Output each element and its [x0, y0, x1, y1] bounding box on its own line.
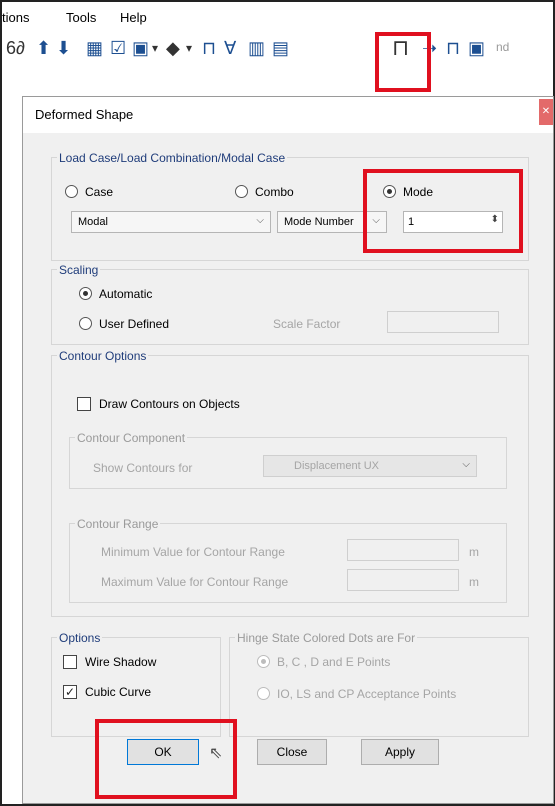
contour-component-legend: Contour Component — [75, 431, 188, 445]
close-button[interactable]: Close — [257, 739, 327, 765]
max-contour-input[interactable] — [347, 569, 459, 591]
dropdown-arrow-icon[interactable]: ▾ — [152, 38, 158, 58]
image-icon[interactable]: ▣ — [468, 38, 485, 58]
close-icon[interactable]: ✕ — [539, 99, 553, 125]
combo-radio[interactable] — [235, 185, 248, 198]
min-contour-unit: m — [469, 545, 479, 559]
menu-item-tools[interactable]: Tools — [66, 10, 96, 25]
show-contours-label: Show Contours for — [93, 461, 193, 475]
bar-chart-icon[interactable]: ▥ — [248, 38, 265, 58]
contour-range-group — [69, 523, 507, 603]
dialog-title: Deformed Shape — [35, 107, 134, 122]
menu-bar: tions Tools Help — [2, 2, 552, 32]
highlight-deformed-shape-button — [375, 32, 431, 92]
options-legend: Options — [57, 631, 103, 645]
mode-type-dropdown-value: Mode Number — [284, 216, 354, 228]
combo-label: Combo — [255, 185, 294, 199]
stacked-chart-icon[interactable]: ▤ — [272, 38, 289, 58]
hinge-bcde-radio[interactable] — [257, 655, 270, 668]
dropdown-arrow-icon[interactable]: ▾ — [186, 38, 192, 58]
automatic-radio[interactable] — [79, 287, 92, 300]
chevron-down-icon: ⌵ — [256, 215, 264, 226]
up-arrow-icon[interactable]: ⬆ — [36, 38, 51, 58]
toolbar: 6∂ ⬆ ⬇ ▦ ☑ ▣ ▾ ◆ ▾ ⊓ ∀ ▥ ▤ ⊓ ➝ ⊓ ▣ nd — [2, 32, 552, 66]
load-case-legend: Load Case/Load Combination/Modal Case — [57, 151, 288, 165]
case-label: Case — [85, 185, 114, 199]
frame-forces-icon[interactable]: ⊓ — [446, 38, 460, 58]
portal-frame-icon[interactable]: ⊓ — [202, 38, 216, 58]
hinge-bcde-label: B, C , D and E Points — [277, 655, 391, 669]
toolbar-text: nd — [496, 40, 510, 54]
highlight-mode-selection — [363, 169, 523, 253]
scale-factor-input[interactable] — [387, 311, 499, 333]
scaling-group — [51, 269, 529, 345]
dialog-titlebar: Deformed Shape ✕ — [23, 97, 553, 133]
show-contours-dropdown[interactable]: Displacement UX ⌵ — [263, 455, 477, 477]
case-radio[interactable] — [65, 185, 78, 198]
user-defined-label: User Defined — [99, 317, 170, 331]
min-contour-input[interactable] — [347, 539, 459, 561]
max-contour-label: Maximum Value for Contour Range — [101, 575, 289, 589]
down-arrow-icon[interactable]: ⬇ — [56, 38, 71, 58]
contour-range-legend: Contour Range — [75, 517, 161, 531]
contour-options-legend: Contour Options — [57, 349, 149, 363]
case-dropdown-value: Modal — [78, 216, 108, 228]
automatic-label: Automatic — [99, 287, 153, 301]
cubic-curve-checkbox[interactable]: ✓ — [63, 685, 77, 699]
hinge-acceptance-radio[interactable] — [257, 687, 270, 700]
hinge-state-legend: Hinge State Colored Dots are For — [235, 631, 418, 645]
frame-icon[interactable]: ▣ — [132, 38, 149, 58]
show-contours-value: Displacement UX — [294, 460, 379, 472]
draw-contours-checkbox[interactable] — [77, 397, 91, 411]
highlight-ok-button — [95, 719, 237, 799]
wire-shadow-label: Wire Shadow — [85, 655, 157, 669]
grid-icon[interactable]: ▦ — [86, 38, 103, 58]
case-dropdown[interactable]: Modal ⌵ — [71, 211, 271, 233]
apply-button[interactable]: Apply — [361, 739, 439, 765]
user-defined-radio[interactable] — [79, 317, 92, 330]
check-box-icon[interactable]: ☑ — [110, 38, 126, 58]
chevron-down-icon: ⌵ — [462, 459, 470, 470]
draw-contours-label: Draw Contours on Objects — [99, 397, 240, 411]
scale-factor-label: Scale Factor — [273, 317, 341, 331]
max-contour-unit: m — [469, 575, 479, 589]
deformed-shape-dialog: Deformed Shape ✕ Load Case/Load Combinat… — [22, 96, 554, 804]
bending-icon[interactable]: ∀ — [224, 38, 236, 58]
cube-icon[interactable]: ◆ — [166, 38, 180, 58]
scaling-legend: Scaling — [57, 263, 101, 277]
view-3d-icon[interactable]: 6∂ — [6, 38, 25, 58]
menu-item-options[interactable]: tions — [2, 10, 29, 25]
min-contour-label: Minimum Value for Contour Range — [101, 545, 285, 559]
hinge-acceptance-label: IO, LS and CP Acceptance Points — [277, 687, 457, 701]
cubic-curve-label: Cubic Curve — [85, 685, 152, 699]
menu-item-help[interactable]: Help — [120, 10, 147, 25]
wire-shadow-checkbox[interactable] — [63, 655, 77, 669]
